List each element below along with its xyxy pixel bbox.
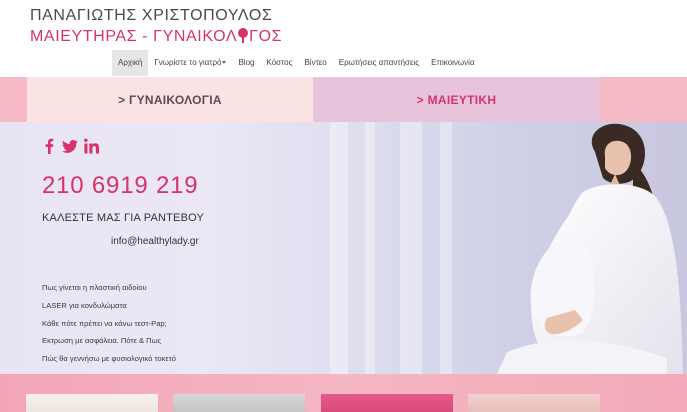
linkedin-icon[interactable]: [84, 138, 99, 154]
specialty-text-start: ΜΑΙΕΥΤΗΡΑΣ - ΓΥΝΑΙΚΟΛ: [30, 28, 238, 45]
nav-item-video[interactable]: Βίντεο: [298, 50, 332, 76]
pregnant-woman-image: [497, 123, 683, 374]
article-link[interactable]: Πώς θα γεννήσω με φυσιολογικό τοκετό: [42, 350, 176, 368]
social-links: [42, 138, 99, 154]
feature-card-image[interactable]: [321, 394, 453, 412]
nav-item-blog[interactable]: Blog: [232, 50, 260, 76]
window-light-strip: [440, 122, 452, 374]
article-link[interactable]: Πως γίνεται η πλαστική αιδοίου: [42, 279, 176, 297]
appointment-call-to-action: ΚΑΛΕΣΤΕ ΜΑΣ ΓΙΑ ΡΑΝΤΕΒΟΥ: [42, 212, 205, 224]
feature-card-image[interactable]: [468, 394, 600, 412]
featured-articles-list: Πως γίνεται η πλαστική αιδοίου LASER για…: [42, 279, 176, 368]
doctor-name: ΠΑΝΑΓΙΩΤΗΣ ΧΡΙΣΤΟΠΟΥΛΟΣ: [30, 7, 273, 24]
phone-number-link[interactable]: 210 6919 219: [42, 172, 198, 200]
feature-card-image[interactable]: [26, 394, 158, 412]
obstetrics-link[interactable]: > ΜΑΙΕΥΤΙΚΗ: [313, 77, 600, 122]
window-light-strip: [330, 122, 348, 374]
caret-down-icon: [222, 61, 227, 64]
window-light-strip: [400, 122, 422, 374]
doctor-specialty: ΜΑΙΕΥΤΗΡΑΣ - ΓΥΝΑΙΚΟΛ ΓΟΣ: [30, 27, 282, 47]
gynecology-label: > ΓΥΝΑΙΚΟΛΟΓΙΑ: [118, 92, 222, 107]
article-link[interactable]: Εκτρωση με ασφάλεια. Πότε & Πως: [42, 332, 176, 350]
gynecology-link[interactable]: > ΓΥΝΑΙΚΟΛΟΓΙΑ: [27, 77, 313, 122]
specialty-text-end: ΓΟΣ: [249, 28, 283, 45]
email-link[interactable]: info@healthylady.gr: [111, 236, 199, 247]
nav-item-home[interactable]: Αρχική: [112, 50, 149, 76]
nav-item-faq[interactable]: Ερωτήσεις απαντήσεις: [333, 50, 425, 76]
window-light-strip: [365, 122, 375, 374]
obstetrics-label: > ΜΑΙΕΥΤΙΚΗ: [416, 92, 497, 107]
nav-item-about-doctor[interactable]: Γνωρίστε το γιατρό: [148, 50, 232, 76]
nav-item-about-doctor-label: Γνωρίστε το γιατρό: [154, 58, 222, 67]
facebook-icon[interactable]: [42, 138, 56, 154]
nav-item-cost[interactable]: Κόστος: [260, 50, 298, 76]
venus-symbol-icon: [238, 28, 249, 43]
article-link[interactable]: LASER για κονδυλώματα: [42, 297, 176, 315]
nav-item-contact[interactable]: Επικοινωνία: [425, 50, 480, 76]
article-link[interactable]: Κάθε πότε πρέπει να κάνω τεστ-Pap;: [42, 315, 176, 333]
feature-card-image[interactable]: [173, 394, 305, 412]
main-navigation: Αρχική Γνωρίστε το γιατρό Blog Κόστος Βί…: [112, 50, 481, 76]
site-logo[interactable]: ΠΑΝΑΓΙΩΤΗΣ ΧΡΙΣΤΟΠΟΥΛΟΣ ΜΑΙΕΥΤΗΡΑΣ - ΓΥΝ…: [30, 6, 282, 47]
twitter-icon[interactable]: [62, 138, 78, 154]
